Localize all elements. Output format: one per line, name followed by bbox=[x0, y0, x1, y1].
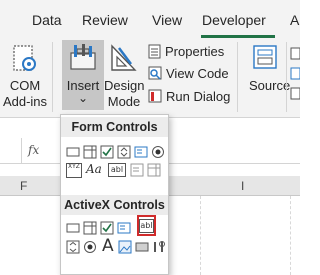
form-combo-list-edit-icon[interactable] bbox=[130, 163, 144, 177]
form-check-box-icon[interactable] bbox=[100, 145, 114, 159]
view-code-icon bbox=[148, 66, 162, 80]
design-mode-icon bbox=[111, 44, 137, 71]
tab-review[interactable]: Review bbox=[82, 12, 128, 28]
tab-developer[interactable]: Developer bbox=[202, 12, 266, 28]
activex-label-icon[interactable]: A bbox=[102, 236, 114, 256]
properties-icon bbox=[148, 44, 161, 59]
form-controls-heading: Form Controls bbox=[61, 117, 168, 137]
xml-map-properties-icon[interactable] bbox=[290, 46, 300, 106]
insert-controls-dropdown: Form Controls XYZ Aa abl ActiveX Control… bbox=[60, 114, 169, 275]
grid-line bbox=[200, 196, 201, 275]
source-label: Source bbox=[249, 78, 291, 93]
com-add-ins-label: COM Add-ins bbox=[2, 78, 48, 109]
activex-toggle-button-icon[interactable] bbox=[135, 240, 149, 254]
form-combo-box-icon[interactable] bbox=[83, 145, 97, 159]
form-combo-drop-down-edit-icon[interactable] bbox=[147, 163, 161, 177]
activex-controls-heading: ActiveX Controls bbox=[61, 195, 168, 215]
column-header-i[interactable]: I bbox=[241, 179, 244, 193]
form-spin-button-icon[interactable] bbox=[117, 145, 131, 159]
insert-toolbox-icon bbox=[70, 44, 96, 70]
form-button-icon[interactable] bbox=[66, 145, 80, 159]
com-add-ins-icon bbox=[13, 45, 36, 71]
xml-source-icon bbox=[253, 45, 277, 69]
form-list-box-icon[interactable] bbox=[134, 145, 148, 159]
highlighted-control-outline bbox=[137, 215, 156, 236]
group-separator bbox=[237, 42, 238, 112]
column-header-f[interactable]: F bbox=[20, 179, 27, 193]
tab-view[interactable]: View bbox=[152, 12, 182, 28]
activex-command-button-icon[interactable] bbox=[66, 221, 80, 235]
view-code-label: View Code bbox=[166, 66, 229, 81]
activex-list-box-icon[interactable] bbox=[117, 221, 131, 235]
group-separator bbox=[286, 42, 287, 112]
insert-function-icon[interactable]: fx bbox=[28, 143, 39, 157]
properties-label: Properties bbox=[165, 44, 225, 59]
activex-image-icon[interactable] bbox=[118, 240, 132, 254]
name-box[interactable] bbox=[0, 138, 22, 164]
run-dialog-icon bbox=[148, 89, 162, 103]
insert-controls-button[interactable]: Insert ⌄ bbox=[62, 40, 104, 110]
grid-line bbox=[290, 196, 291, 275]
form-group-box-icon[interactable]: XYZ bbox=[66, 163, 82, 178]
activex-check-box-icon[interactable] bbox=[100, 221, 114, 235]
group-separator bbox=[52, 42, 53, 112]
tab-data[interactable]: Data bbox=[32, 12, 62, 28]
chevron-down-icon: ⌄ bbox=[77, 91, 89, 105]
tab-add-ins[interactable]: A bbox=[290, 12, 299, 28]
form-option-button-icon[interactable] bbox=[151, 145, 165, 159]
more-controls-icon[interactable] bbox=[152, 240, 166, 254]
design-mode-label: Design Mode bbox=[104, 78, 145, 109]
activex-scroll-bar-icon[interactable] bbox=[66, 240, 80, 254]
form-text-field-icon[interactable]: abl bbox=[108, 163, 126, 177]
run-dialog-label: Run Dialog bbox=[166, 89, 231, 104]
activex-combo-box-icon[interactable] bbox=[83, 221, 97, 235]
form-label-icon[interactable]: Aa bbox=[86, 162, 102, 176]
activex-option-button-icon[interactable] bbox=[83, 240, 97, 254]
ribbon-tab-bar: Data Review View Developer A bbox=[0, 0, 300, 38]
